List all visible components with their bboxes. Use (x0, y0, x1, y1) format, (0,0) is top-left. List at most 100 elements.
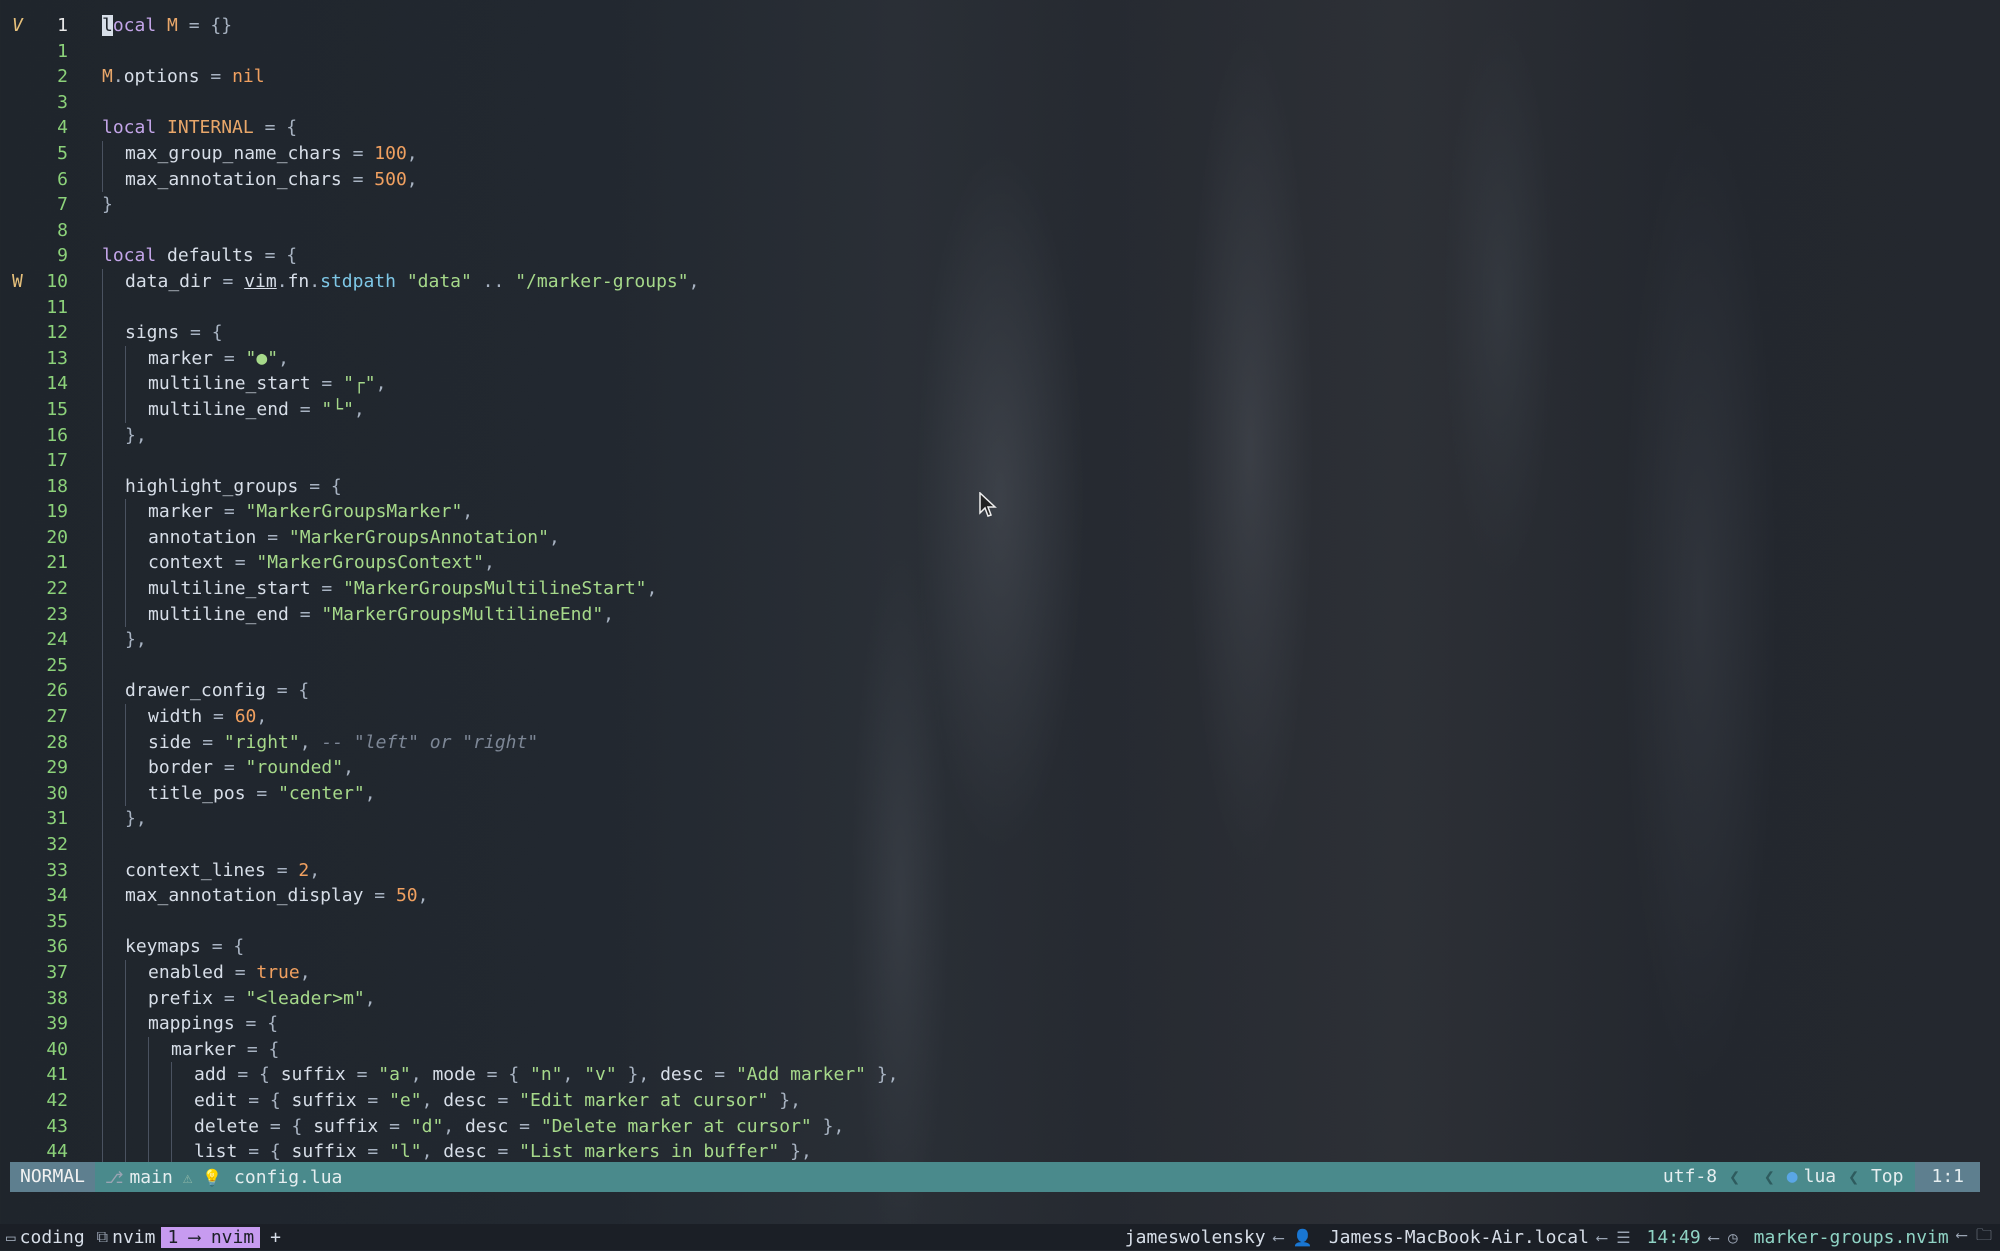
line-number: 19 (46, 501, 68, 523)
token: M (102, 66, 113, 88)
code-line[interactable]: 7} (0, 192, 2000, 218)
indent-guide (102, 1087, 125, 1114)
code-line[interactable]: 39 mappings = { (0, 1011, 2000, 1037)
token: } (102, 194, 113, 216)
code-line[interactable]: 40 marker = { (0, 1036, 2000, 1063)
sign-column (0, 832, 30, 858)
code-line[interactable]: 9 local defaults = { (0, 243, 2000, 269)
code-line[interactable]: 14 multiline_start = "┌", (0, 371, 2000, 397)
token: multiline_end (148, 398, 289, 420)
indent-guide (102, 1139, 125, 1165)
code-line[interactable]: 34 max_annotation_display = 50, (0, 883, 2000, 909)
code-line[interactable]: 2 M.options = nil (0, 64, 2000, 90)
indent-guide (102, 473, 125, 500)
tmux-window-active[interactable]: 1 ⟶ nvim (161, 1226, 261, 1248)
code-line[interactable]: 21 context = "MarkerGroupsContext", (0, 550, 2000, 577)
line-number: 13 (46, 347, 68, 369)
code-line[interactable]: 11 (0, 294, 2000, 321)
code-line[interactable]: 25 (0, 652, 2000, 679)
token: context (148, 552, 224, 574)
token: , (256, 706, 268, 728)
lua-icon: ● (1786, 1166, 1798, 1187)
tmux-window-inactive[interactable]: ⧉ nvim (91, 1227, 162, 1248)
line-number: 4 (57, 117, 68, 139)
sign-column (0, 909, 30, 935)
filetype-label: lua (1803, 1166, 1837, 1187)
code-line[interactable]: 33 context_lines = 2, (0, 857, 2000, 884)
token: highlight_groups (125, 475, 299, 497)
code-line[interactable]: W 10 data_dir = vim.fn.stdpath "data" .. "… (0, 268, 2000, 295)
token: = (211, 270, 245, 292)
code-line[interactable]: 1 (0, 39, 2000, 65)
line-number: 12 (46, 322, 68, 344)
code-line[interactable]: 13 marker = "●", (0, 345, 2000, 372)
code-line[interactable]: 44 list = { suffix = "l", desc = "List ma… (0, 1139, 2000, 1165)
token: suffix (291, 1089, 357, 1111)
line-number: 43 (46, 1115, 68, 1137)
code-line[interactable]: 28 side = "right", -- "left" or "right" (0, 729, 2000, 756)
code-line[interactable]: 41 add = { suffix = "a", mode = { "n", "v… (0, 1062, 2000, 1088)
code-line[interactable]: 12 signs = { (0, 320, 2000, 346)
git-branch-icon: ⎇ (105, 1167, 124, 1187)
tmux-time: 14:49 ⟵ ◷ (1639, 1227, 1746, 1248)
line-number: 10 (46, 270, 68, 292)
code-line[interactable]: 43 delete = { suffix = "d", desc = "Delet… (0, 1113, 2000, 1140)
code-line[interactable]: 19 marker = "MarkerGroupsMarker", (0, 499, 2000, 525)
line-text: edit = { suffix = "e", desc = "Edit mark… (102, 1087, 801, 1114)
code-line[interactable]: 32 (0, 832, 2000, 858)
line-text: multiline_end = "MarkerGroupsMultilineEn… (102, 601, 614, 628)
token: = (486, 1141, 520, 1163)
line-text: data_dir = vim.fn.stdpath "data" .. "/ma… (102, 268, 699, 295)
new-window-button[interactable]: + (260, 1227, 291, 1248)
project-name: marker-groups.nvim (1753, 1226, 1949, 1248)
code-line[interactable]: 37 enabled = true, (0, 959, 2000, 986)
sign-column (0, 1011, 30, 1037)
code-line[interactable]: 31}, (0, 806, 2000, 832)
code-line[interactable]: 38 prefix = "<leader>m", (0, 985, 2000, 1012)
code-line[interactable]: 27 width = 60, (0, 704, 2000, 730)
code-line[interactable]: 36 keymaps = { (0, 934, 2000, 960)
code-line[interactable]: 5 max_group_name_chars = 100, (0, 140, 2000, 167)
token: }, (616, 1064, 661, 1086)
code-editor[interactable]: V 1 local M = {} 1 2 M.options = nil 3 4 local I… (0, 13, 2000, 1165)
indent-guide (102, 1113, 125, 1140)
indent-guide (171, 1139, 194, 1165)
token: , (309, 859, 321, 881)
indent-guide (125, 1011, 148, 1037)
token: = { (226, 1064, 281, 1086)
token: = { (237, 1141, 292, 1163)
code-line[interactable]: 18 highlight_groups = { (0, 473, 2000, 500)
indent-guide (102, 883, 125, 909)
token: mode (432, 1064, 476, 1086)
code-line[interactable]: 16}, (0, 422, 2000, 449)
code-line[interactable]: 20 annotation = "MarkerGroupsAnnotation", (0, 524, 2000, 551)
code-line[interactable]: 23 multiline_end = "MarkerGroupsMultiline… (0, 601, 2000, 628)
sign-column (0, 474, 30, 500)
code-line[interactable]: 29 border = "rounded", (0, 755, 2000, 781)
code-line[interactable]: 35 (0, 908, 2000, 935)
code-line[interactable]: 17 (0, 448, 2000, 474)
code-line[interactable]: 3 (0, 90, 2000, 116)
code-line[interactable]: 22 multiline_start = "MarkerGroupsMultili… (0, 576, 2000, 602)
token: desc (464, 1115, 509, 1137)
sign-column (0, 1088, 30, 1114)
code-line[interactable]: 42 edit = { suffix = "e", desc = "Edit ma… (0, 1087, 2000, 1114)
token: max_group_name_chars (125, 142, 342, 164)
token: , (421, 1089, 444, 1111)
code-line[interactable]: 8 (0, 218, 2000, 244)
indent-guide (125, 1036, 148, 1063)
line-number: 1 (57, 40, 68, 62)
code-line[interactable]: 15 multiline_end = "└", (0, 396, 2000, 423)
code-line[interactable]: V 1 local M = {} (0, 13, 2000, 39)
window-icon: ⧉ (96, 1227, 109, 1246)
code-line[interactable]: 6 max_annotation_chars = 500, (0, 166, 2000, 193)
sign-column (0, 602, 30, 628)
tmux-session[interactable]: ▭ coding (0, 1227, 91, 1248)
code-line[interactable]: 26 drawer_config = { (0, 678, 2000, 705)
token: context_lines (125, 859, 266, 881)
code-line[interactable]: 4 local INTERNAL = { (0, 115, 2000, 141)
code-line[interactable]: 30 title_pos = "center", (0, 780, 2000, 807)
code-line[interactable]: 24}, (0, 627, 2000, 653)
line-text: drawer_config = { (102, 678, 309, 705)
token: }, (811, 1115, 845, 1137)
